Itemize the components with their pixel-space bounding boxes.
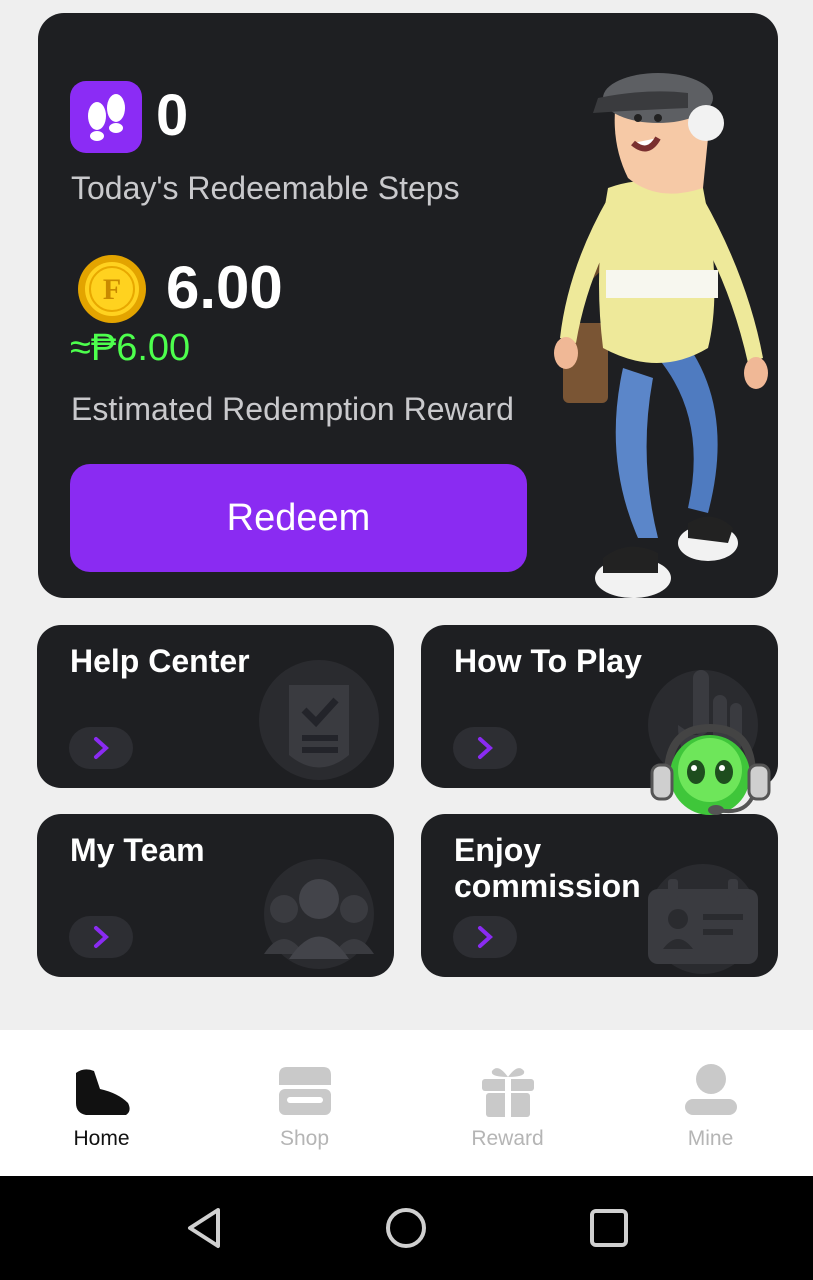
user-icon [684, 1064, 737, 1115]
home-circle-icon[interactable] [382, 1204, 430, 1252]
arrow-button[interactable] [453, 916, 517, 958]
tab-reward[interactable]: Reward [406, 1030, 609, 1176]
id-card-icon [648, 864, 758, 974]
chevron-right-icon [478, 926, 493, 948]
tab-label: Mine [687, 1127, 734, 1150]
coin-balance: 6.00 [166, 254, 283, 321]
steps-count: 0 [156, 83, 189, 148]
footprints-icon [70, 81, 142, 153]
redeem-button[interactable]: Redeem [70, 464, 527, 572]
system-navigation-bar [0, 1176, 813, 1280]
team-icon [264, 859, 374, 969]
step-summary-card: 0 Today's Redeemable Steps F 6.00 ≈₱6.00… [38, 13, 778, 598]
arrow-button[interactable] [453, 727, 517, 769]
tab-label: Shop [279, 1127, 330, 1150]
gift-icon [481, 1068, 534, 1117]
chevron-right-icon [94, 737, 109, 759]
enjoy-commission-card[interactable]: Enjoy commission [421, 814, 778, 977]
steps-label: Today's Redeemable Steps [71, 170, 460, 206]
chevron-right-icon [94, 926, 109, 948]
shoe-icon [75, 1069, 130, 1115]
recents-icon[interactable] [585, 1204, 633, 1252]
svg-text:F: F [103, 273, 121, 306]
tab-label: Reward [471, 1127, 544, 1150]
shop-icon [278, 1067, 331, 1115]
coin-icon: F [76, 253, 148, 325]
help-center-card[interactable]: Help Center [37, 625, 394, 788]
arrow-button[interactable] [69, 916, 133, 958]
reward-label: Estimated Redemption Reward [71, 391, 514, 427]
peso-equivalent: ≈₱6.00 [70, 327, 191, 369]
walking-man-illustration [554, 73, 768, 598]
tab-label: Home [73, 1127, 130, 1150]
tab-shop[interactable]: Shop [203, 1030, 406, 1176]
my-team-card[interactable]: My Team [37, 814, 394, 977]
shield-check-icon [259, 660, 379, 780]
back-icon[interactable] [180, 1204, 228, 1252]
chevron-right-icon [478, 737, 493, 759]
tab-home[interactable]: Home [0, 1030, 203, 1176]
bottom-tab-bar: Home Shop Reward Mine [0, 1030, 813, 1176]
tab-mine[interactable]: Mine [609, 1030, 812, 1176]
customer-support-icon[interactable] [648, 720, 773, 820]
arrow-button[interactable] [69, 727, 133, 769]
